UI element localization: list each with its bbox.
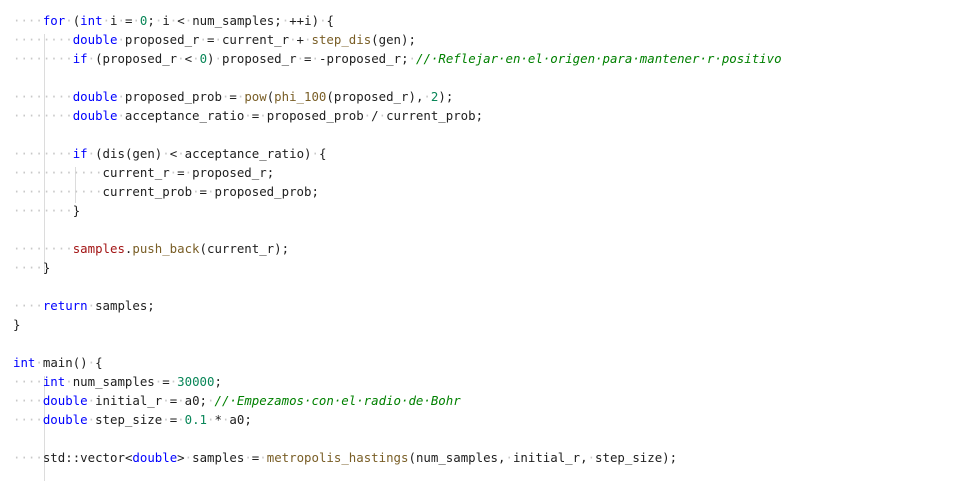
code-line: ····double·initial_r·=·a0;·//·Empezamos·… <box>13 393 461 408</box>
code-line: ····} <box>13 260 51 275</box>
code-line: ········double·acceptance_ratio·=·propos… <box>13 108 484 123</box>
code-line: ····std::vector<double>·samples·=·metrop… <box>13 450 678 465</box>
code-line: ············current_prob·=·proposed_prob… <box>13 184 319 199</box>
code-line: ········samples.push_back(current_r); <box>13 241 290 256</box>
code-line: ········if·(proposed_r·<·0)·proposed_r·=… <box>13 51 782 66</box>
code-line: ········double·proposed_prob·=·pow(phi_1… <box>13 89 454 104</box>
code-line: int·main()·{ <box>13 355 103 370</box>
code-editor[interactable]: ····for·(int·i·=·0;·i·<·num_samples;·++i… <box>0 0 955 481</box>
code-line: ········if·(dis(gen)·<·acceptance_ratio)… <box>13 146 327 161</box>
code-line: ····for·(int·i·=·0;·i·<·num_samples;·++i… <box>13 13 334 28</box>
code-line: ········double·proposed_r·=·current_r·+·… <box>13 32 416 47</box>
code-line: ········} <box>13 203 81 218</box>
code-line: ····double·step_size·=·0.1·*·a0; <box>13 412 252 427</box>
code-line: ····return·samples; <box>13 298 155 313</box>
code-line: } <box>13 317 21 332</box>
code-line: ····int·num_samples·=·30000; <box>13 374 222 389</box>
code-line: ············current_r·=·proposed_r; <box>13 165 275 180</box>
